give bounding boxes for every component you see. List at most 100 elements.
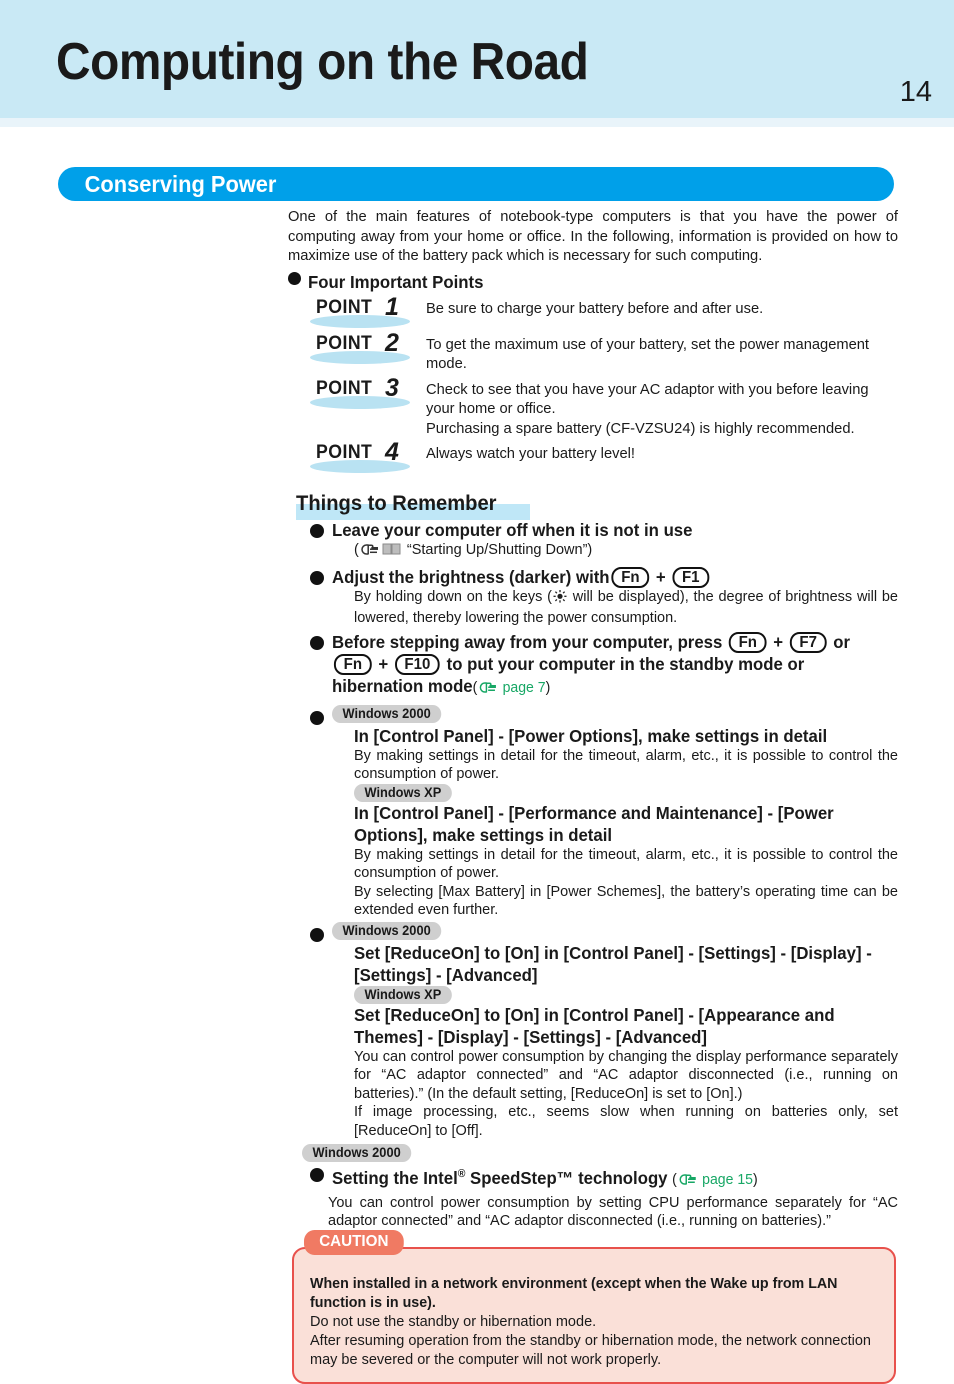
caution-tab-label: CAUTION <box>304 1229 404 1255</box>
reduce-on-title-2000: Set [ReduceOn] to [On] in [Control Panel… <box>354 942 872 985</box>
point-text-line: Check to see that you have your AC adapt… <box>426 381 869 418</box>
key-f10[interactable]: F10 <box>394 653 441 675</box>
bullet-dot-icon <box>310 927 324 942</box>
brightness-title: Adjust the brightness (darker) with Fn + … <box>332 566 881 588</box>
list-item: Leave your computer off when it is not i… <box>288 519 898 563</box>
header-underline <box>0 118 954 127</box>
standby-title-a: Before stepping away from your computer,… <box>332 631 723 652</box>
standby-title-b: or <box>833 631 851 652</box>
speedstep-title: Setting the Intel® SpeedStep™ technology… <box>332 1163 881 1194</box>
point-badge: POINT 1 <box>310 293 414 330</box>
list-item: Before stepping away from your computer,… <box>288 631 898 702</box>
point-row: POINT 2 To get the maximum use of your b… <box>288 329 898 375</box>
bullet-dot-icon <box>310 1168 324 1182</box>
key-fn[interactable]: Fn <box>728 631 767 653</box>
paren-close: ) <box>752 1171 758 1188</box>
key-f7[interactable]: F7 <box>789 631 827 653</box>
list-item: Windows 2000 Set [ReduceOn] to [On] in [… <box>288 921 898 1141</box>
pointing-hand-icon-green <box>477 680 498 702</box>
key-fn-2[interactable]: Fn <box>333 653 372 675</box>
bullet-dot-icon <box>310 570 324 585</box>
point-badge-label: POINT <box>316 442 373 463</box>
point-badge-number: 4 <box>385 438 399 466</box>
page-title: Computing on the Road <box>56 33 589 91</box>
leave-off-reference-text: “Starting Up/Shutting Down”) <box>406 542 593 558</box>
os-badge-windows-xp: Windows XP <box>354 783 452 802</box>
os-badge-row-xp: Windows XP <box>354 783 898 802</box>
bullet-dot-icon <box>310 635 324 650</box>
brightness-body: By holding down on the keys ( will be di… <box>354 588 898 628</box>
os-badge-windows-xp: Windows XP <box>354 985 452 1004</box>
bullet-dot-icon <box>310 710 324 725</box>
content-column: One of the main features of notebook-typ… <box>288 201 898 1384</box>
speedstep-body: You can control power consumption by set… <box>328 1194 898 1230</box>
caution-line-1: Do not use the standby or hibernation mo… <box>310 1313 597 1330</box>
point-text: Always watch your battery level! <box>426 446 635 462</box>
standby-page-reference[interactable]: ( page 7) <box>473 680 551 696</box>
point-badge-number: 1 <box>385 292 399 321</box>
pointing-hand-icon-green <box>677 1172 698 1194</box>
brightness-sun-icon <box>552 589 568 610</box>
speedstep-page-reference[interactable]: ( page 15) <box>672 1172 757 1188</box>
plus-sign-2: + <box>378 653 389 674</box>
point-badge: POINT 2 <box>310 329 414 366</box>
speedstep-title-b: SpeedStep™ technology <box>465 1167 668 1188</box>
os-badge-windows-2000: Windows 2000 <box>332 921 442 940</box>
point-badge-number: 3 <box>385 373 399 402</box>
caution-strong-text: When installed in a network environment … <box>310 1275 838 1311</box>
bullet-dot-icon <box>288 271 301 285</box>
standby-title: Before stepping away from your computer,… <box>332 631 881 702</box>
point-badge-number: 2 <box>385 328 399 357</box>
point-text: To get the maximum use of your battery, … <box>426 336 870 373</box>
section-banner: Conserving Power <box>58 167 894 201</box>
power-options-body-xp-1: By making settings in detail for the tim… <box>354 846 898 882</box>
leave-off-title: Leave your computer off when it is not i… <box>332 520 693 540</box>
key-f1[interactable]: F1 <box>672 566 710 588</box>
standby-page-link[interactable]: page 7 <box>503 680 546 696</box>
reduce-on-title-xp: Set [ReduceOn] to [On] in [Control Panel… <box>354 1004 835 1047</box>
point-row: POINT 3 Check to see that you have your … <box>288 374 898 440</box>
list-item: Windows 2000 In [Control Panel] - [Power… <box>288 704 898 920</box>
point-badge-label: POINT <box>316 332 373 354</box>
os-badge-windows-2000: Windows 2000 <box>302 1144 412 1162</box>
bullet-dot-icon <box>310 524 324 538</box>
intro-paragraph: One of the main features of notebook-typ… <box>288 209 898 264</box>
things-to-remember-label: Things to Remember <box>296 492 497 515</box>
point-badge-label: POINT <box>316 377 373 399</box>
point-badge-label: POINT <box>316 296 373 318</box>
page-header: Computing on the Road 14 <box>0 0 954 118</box>
brightness-title-text: Adjust the brightness (darker) with <box>332 566 610 587</box>
plus-sign: + <box>773 631 784 652</box>
caution-box: CAUTION When installed in a network envi… <box>292 1229 896 1384</box>
point-text-line-2: Purchasing a spare battery (CF-VZSU24) i… <box>426 420 855 437</box>
point-text: Be sure to charge your battery before an… <box>426 300 764 317</box>
list-item: Windows 2000 Setting the Intel® SpeedSte… <box>288 1144 898 1231</box>
section-banner-label: Conserving Power <box>84 170 277 197</box>
point-row: POINT 4 Always watch your battery level! <box>288 438 898 475</box>
point-row: POINT 1 Be sure to charge your battery b… <box>288 293 898 330</box>
brightness-body-a: By holding down on the keys ( <box>354 588 552 605</box>
power-options-title-2000: In [Control Panel] - [Power Options], ma… <box>354 725 828 746</box>
speedstep-page-link[interactable]: page 15 <box>702 1172 753 1188</box>
page-number: 14 <box>899 76 932 108</box>
power-options-title-xp: In [Control Panel] - [Performance and Ma… <box>354 802 834 845</box>
leave-off-reference: ( “Starting Up/Shutting Down”) <box>354 541 898 563</box>
pointing-hand-icon <box>359 542 381 563</box>
power-options-body-2000: By making settings in detail for the tim… <box>354 747 898 783</box>
reduce-on-body-1: You can control power consumption by cha… <box>354 1048 898 1102</box>
point-list: POINT 1 Be sure to charge your battery b… <box>288 293 898 476</box>
things-to-remember-heading: Things to Remember <box>296 492 898 520</box>
four-important-points-label: Four Important Points <box>308 271 484 292</box>
four-important-points-heading: Four Important Points <box>288 271 898 292</box>
os-badge-row-speedstep: Windows 2000 <box>302 1144 898 1162</box>
point-badge: POINT 3 <box>310 374 414 411</box>
os-badge-windows-2000: Windows 2000 <box>332 704 442 723</box>
point-text: Check to see that you have your AC adapt… <box>414 378 898 440</box>
plus-sign: + <box>655 566 666 587</box>
os-badge-row-xp: Windows XP <box>354 985 898 1004</box>
registered-mark: ® <box>457 1168 466 1180</box>
key-fn[interactable]: Fn <box>611 566 650 588</box>
point-badge: POINT 4 <box>310 438 414 475</box>
book-icon <box>381 541 403 562</box>
speedstep-title-a: Setting the Intel <box>332 1167 458 1188</box>
